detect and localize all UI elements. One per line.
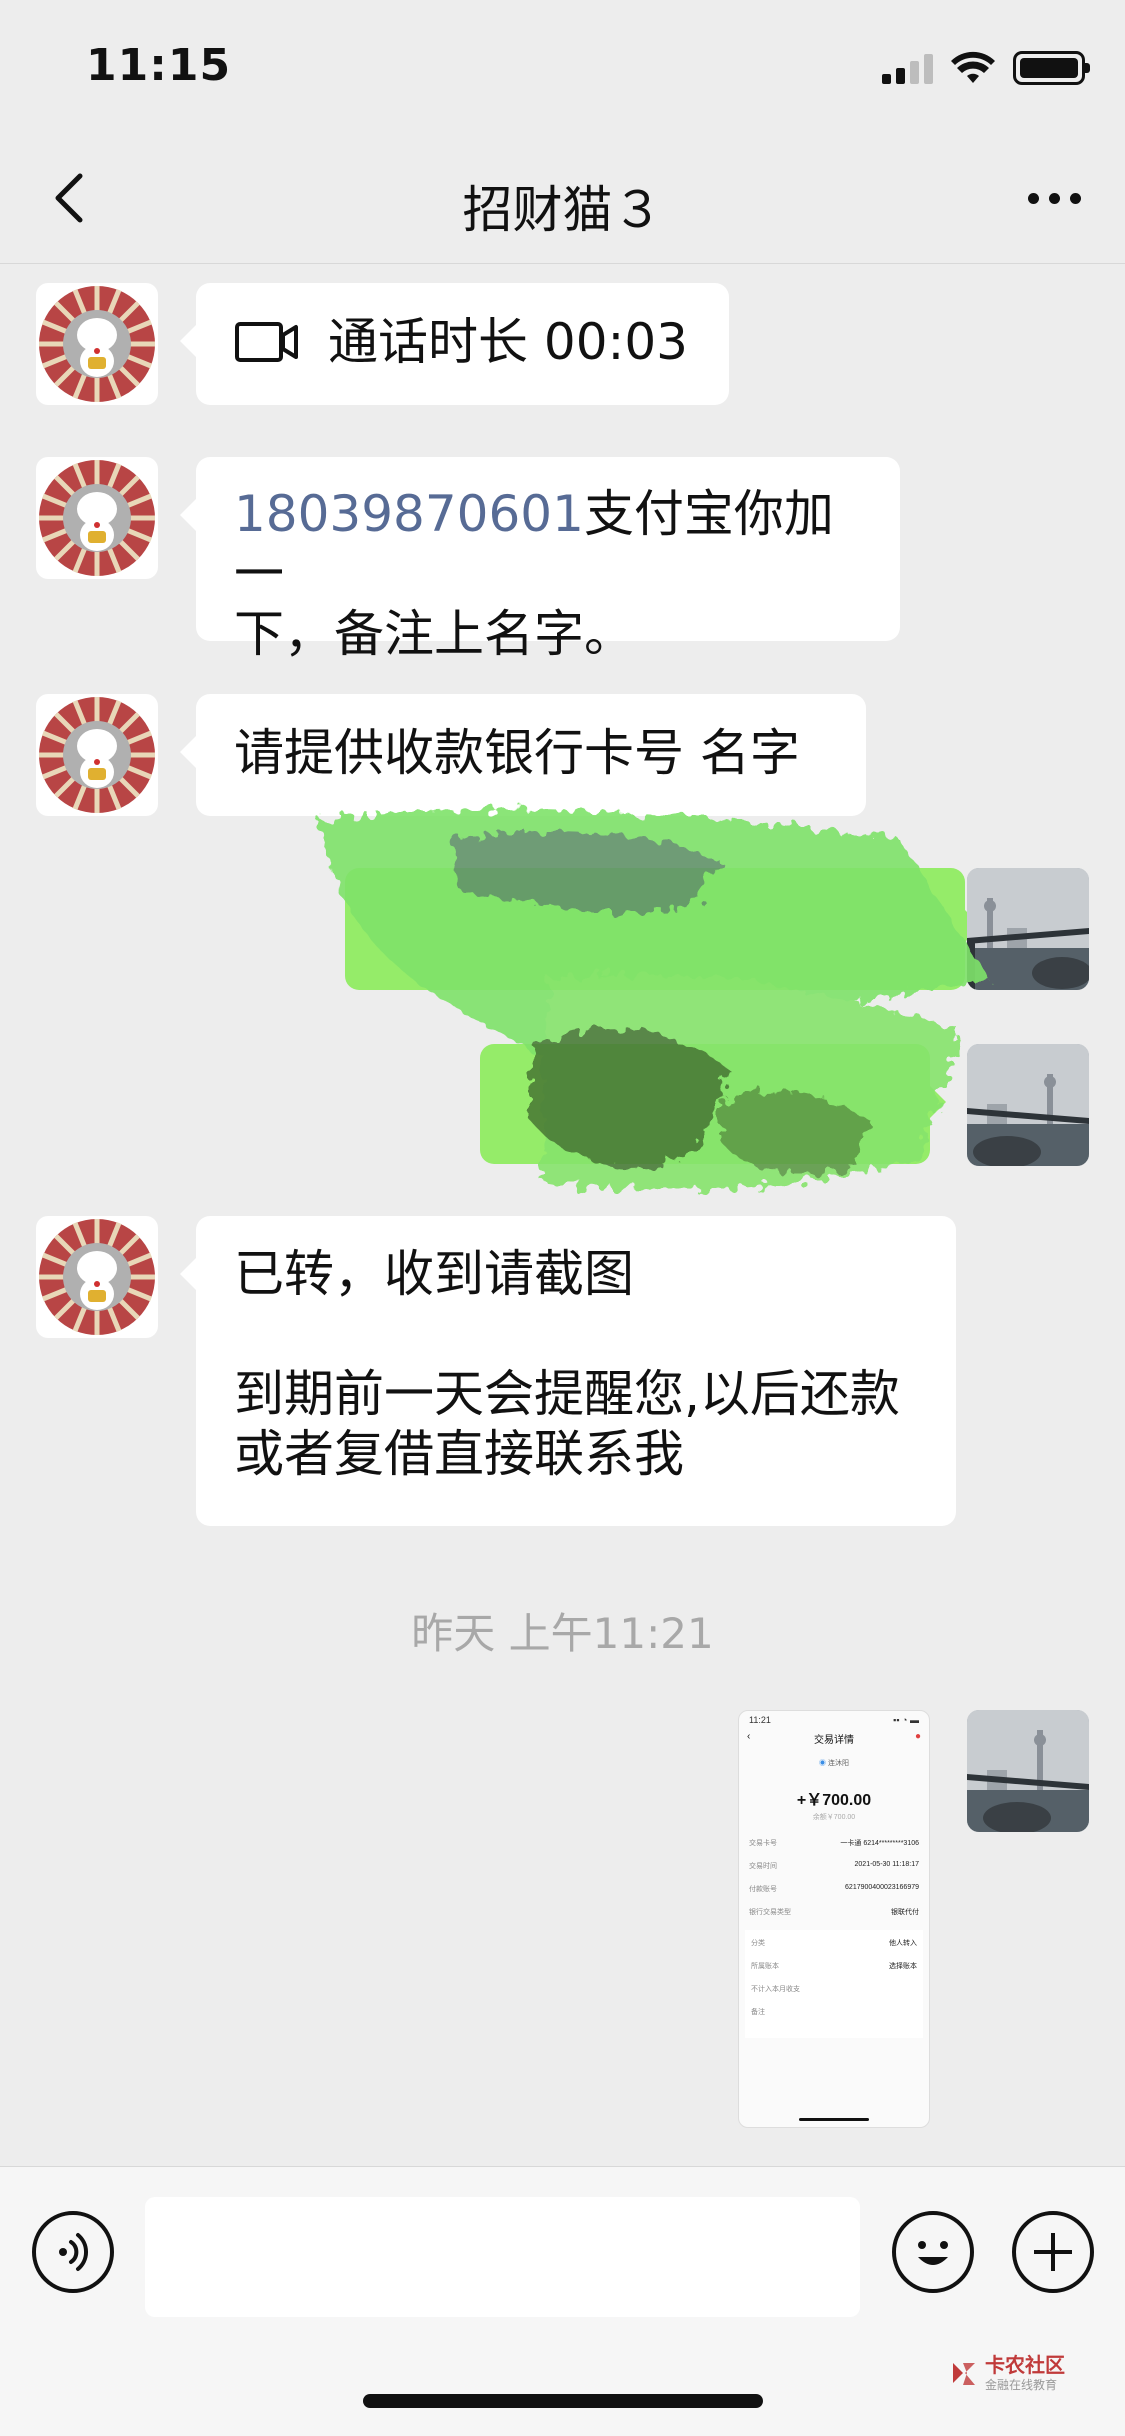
image-row: 备注 — [751, 2009, 765, 2016]
more-options-icon[interactable] — [1019, 170, 1089, 226]
contact-avatar[interactable] — [36, 1216, 158, 1338]
self-avatar[interactable] — [967, 1710, 1089, 1832]
call-duration-text: 通话时长 00:03 — [328, 313, 688, 371]
kanong-logo-icon — [953, 2362, 975, 2385]
smiley-icon — [918, 2241, 948, 2265]
lucky-cat-avatar-icon — [39, 286, 155, 402]
bank-info-request-bubble[interactable]: 请提供收款银行卡号 名字 — [180, 694, 866, 816]
phone-number-link[interactable]: 18039870601 — [234, 485, 584, 543]
message-text-line3: 或者复借直接联系我 — [234, 1425, 684, 1483]
message-timestamp: 昨天 上午11:21 — [411, 1609, 714, 1658]
image-row: 分类 他人转入 — [751, 1940, 917, 1947]
image-payee: 连沐阳 — [827, 1760, 849, 1767]
lucky-cat-avatar-icon — [39, 460, 155, 576]
redaction-scribble — [320, 809, 990, 1191]
status-bar: 11:15 — [0, 0, 1125, 132]
nav-bar: 招财猫３ — [0, 132, 1125, 264]
image-row: 银行交易类型 银联代付 — [749, 1909, 919, 1916]
video-call-icon — [235, 322, 298, 362]
contact-avatar[interactable] — [36, 694, 158, 816]
alipay-message-bubble[interactable]: 18039870601支付宝你加一 下，备注上名字。 — [180, 457, 900, 663]
wifi-icon — [951, 51, 995, 83]
voice-wave-icon — [59, 2233, 89, 2271]
message-text: 请提供收款银行卡号 名字 — [234, 724, 800, 782]
emoji-button[interactable] — [892, 2211, 974, 2293]
message-text-line2: 下，备注上名字。 — [234, 605, 634, 663]
screenshot-image-message[interactable]: 11:21 ▪▪ ◔ ▬ ‹ 交易详情 ● ◉ 连沐阳 +￥700.00 余额￥700… — [738, 1710, 930, 2128]
watermark-subtitle: 金融在线教育 — [985, 2378, 1058, 2392]
status-time: 11:15 — [86, 40, 232, 91]
message-text-line2: 到期前一天会提醒您,以后还款 — [234, 1365, 900, 1423]
transfer-confirmation-bubble[interactable]: 已转，收到请截图 到期前一天会提醒您,以后还款 或者复借直接联系我 — [180, 1216, 956, 1526]
image-status-icons: ▪▪ ◔ ▬ — [893, 1715, 919, 1725]
image-row: 付款账号 6217900400023166979 — [749, 1884, 919, 1893]
image-row: 所属账本 选择账本 — [751, 1963, 917, 1970]
chat-title: 招财猫３ — [462, 181, 663, 239]
lucky-cat-avatar-icon — [39, 697, 155, 813]
message-text-line1: 已转，收到请截图 — [234, 1245, 634, 1303]
image-status-time: 11:21 — [749, 1715, 771, 1725]
more-functions-button[interactable] — [1012, 2211, 1094, 2293]
watermark-title: 卡农社区 — [985, 2353, 1065, 2377]
incoming-call-record-bubble[interactable]: 通话时长 00:03 — [180, 283, 729, 405]
plus-icon — [1034, 2233, 1072, 2271]
voice-input-button[interactable] — [32, 2211, 114, 2293]
status-icons — [882, 48, 1090, 88]
message-text-input[interactable] — [145, 2197, 860, 2317]
battery-icon — [1013, 51, 1090, 85]
lucky-cat-avatar-icon — [39, 1219, 155, 1335]
contact-avatar[interactable] — [36, 283, 158, 405]
image-header: 交易详情 — [814, 1735, 854, 1746]
city-photo-avatar-icon — [967, 1710, 1089, 1832]
contact-avatar[interactable] — [36, 457, 158, 579]
cellular-signal-icon — [882, 52, 933, 84]
image-row: 交易时间 2021-05-30 11:18:17 — [749, 1861, 919, 1870]
image-row: 交易卡号 一卡通 6214*********3106 — [749, 1840, 919, 1847]
home-indicator — [363, 2394, 763, 2408]
image-row: 不计入本月收支 — [751, 1986, 800, 1993]
image-balance: 余额￥700.00 — [812, 1814, 856, 1821]
image-amount: +￥700.00 — [796, 1792, 872, 1809]
watermark: 卡农社区 金融在线教育 — [949, 2354, 1065, 2393]
